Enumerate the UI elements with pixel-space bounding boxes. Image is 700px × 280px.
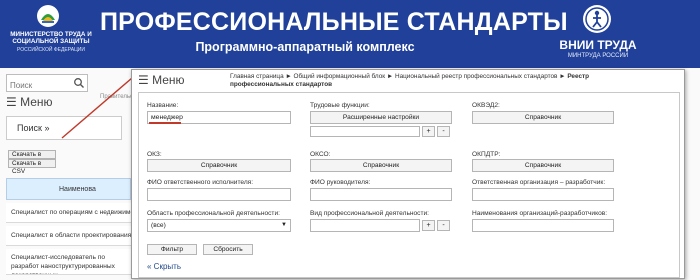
okpdtr-label: ОКПДТР: [472, 151, 501, 158]
filter-button[interactable]: Фильтр [147, 244, 197, 255]
head-field[interactable] [310, 188, 452, 201]
ministry-name: МИНИСТЕРСТВО ТРУДА И СОЦИАЛЬНОЙ ЗАЩИТЫ [10, 31, 92, 45]
okz-reference-button[interactable]: Справочник [147, 159, 291, 172]
activity-type-field[interactable] [310, 219, 420, 232]
download-xml-button[interactable]: Скачать в XML [8, 150, 56, 166]
search-box[interactable] [6, 74, 88, 94]
okpdtr-reference-button[interactable]: Справочник [472, 159, 614, 172]
ministry-country: РОССИЙСКОЙ ФЕДЕРАЦИИ [17, 47, 85, 53]
red-underline-annotation [149, 122, 181, 124]
site-title: ПРОФЕССИОНАЛЬНЫЕ СТАНДАРТЫ [100, 8, 568, 36]
site-header: МИНИСТЕРСТВО ТРУДА И СОЦИАЛЬНОЙ ЗАЩИТЫ Р… [0, 0, 700, 68]
vnii-ministry: МИНТРУДА РОССИИ [567, 53, 629, 59]
add-labor-function-button[interactable]: + [422, 126, 435, 137]
activity-area-select[interactable]: (все) ▼ [147, 219, 291, 232]
breadcrumb-separator: ► [386, 73, 394, 80]
search-input[interactable] [7, 77, 69, 94]
hamburger-icon[interactable]: ☰ [138, 73, 149, 87]
advanced-settings-button[interactable]: Расширенные настройки [310, 111, 452, 124]
okvzd-label: ОКВЭД2: [472, 102, 500, 109]
table-row[interactable]: Специалист в области проектирования т [6, 226, 131, 246]
responsible-executor-field[interactable] [147, 188, 291, 201]
search-icon[interactable] [73, 77, 85, 89]
head-label: ФИО руководителя: [310, 179, 371, 186]
reset-button[interactable]: Сбросить [203, 244, 253, 255]
table-row[interactable]: Специалист по операциям с недвижимо [6, 203, 131, 223]
add-activity-type-button[interactable]: + [422, 220, 435, 231]
background-menu-label: Меню [20, 95, 53, 109]
background-menu[interactable]: ☰ Меню [6, 95, 53, 109]
ministry-emblem-icon [37, 5, 59, 27]
ministry-logo[interactable]: МИНИСТЕРСТВО ТРУДА И СОЦИАЛЬНОЙ ЗАЩИТЫ Р… [6, 4, 94, 64]
responsible-org-field[interactable] [472, 188, 614, 201]
table-row[interactable]: Специалист-исследователь по разработ нан… [6, 249, 131, 275]
table-header-name: Наименова [6, 178, 131, 200]
activity-type-label: Вид профессиональной деятельности: [310, 210, 430, 217]
panel-menu[interactable]: ☰ Меню [138, 73, 185, 87]
background-search-button[interactable]: Поиск » [6, 116, 122, 140]
remove-activity-type-button[interactable]: - [437, 220, 450, 231]
okso-label: ОКСО: [310, 151, 331, 158]
dev-orgs-label: Наименования организаций-разработчиков: [472, 210, 608, 217]
remove-labor-function-button[interactable]: - [437, 126, 450, 137]
activity-area-value: (все) [151, 222, 166, 229]
activity-area-label: Область профессиональной деятельности: [147, 210, 280, 217]
okz-label: ОКЗ: [147, 151, 162, 158]
dev-orgs-field[interactable] [472, 219, 614, 232]
okvzd-reference-button[interactable]: Справочник [472, 111, 614, 124]
responsible-executor-label: ФИО ответственного исполнителя: [147, 179, 254, 186]
filter-form: Название: менеджер Трудовые функции: Рас… [138, 92, 680, 278]
site-subtitle: Программно-аппаратный комплекс [195, 40, 415, 54]
breadcrumb-info-block[interactable]: Общий информационный блок [294, 73, 386, 80]
breadcrumb-registry[interactable]: Национальный реестр профессиональных ста… [395, 73, 557, 80]
search-menu-panel: ☰ Меню Главная страница ► Общий информац… [131, 69, 685, 279]
name-label: Название: [147, 102, 179, 109]
vnii-emblem-icon [583, 5, 611, 33]
labor-functions-field[interactable] [310, 126, 420, 137]
breadcrumb: Главная страница ► Общий информационный … [230, 73, 600, 88]
dropdown-arrow-icon[interactable]: ▼ [281, 220, 287, 231]
panel-menu-label: Меню [152, 73, 185, 87]
breadcrumb-separator: ► [285, 73, 292, 80]
hamburger-icon[interactable]: ☰ [6, 95, 17, 109]
vnii-logo[interactable]: ВНИИ ТРУДА МИНТРУДА РОССИИ [538, 4, 658, 64]
download-csv-button[interactable]: Скачать в CSV [8, 159, 56, 175]
labor-functions-label: Трудовые функции: [310, 102, 370, 109]
breadcrumb-home[interactable]: Главная страница [230, 73, 284, 80]
vnii-name: ВНИИ ТРУДА [559, 38, 637, 52]
okso-reference-button[interactable]: Справочник [310, 159, 452, 172]
responsible-org-label: Ответственная организация – разработчик: [472, 179, 606, 186]
hide-link[interactable]: « Скрыть [147, 262, 181, 271]
breadcrumb-separator: ► [559, 73, 566, 80]
